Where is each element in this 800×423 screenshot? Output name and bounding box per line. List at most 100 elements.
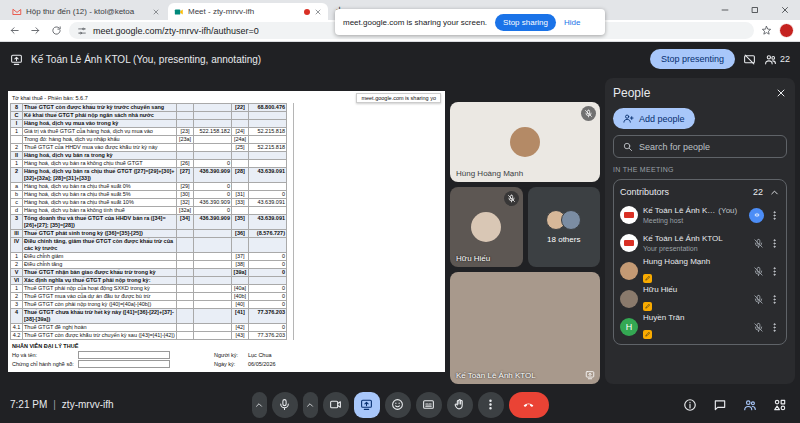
reload-button[interactable] [48,25,65,36]
people-button[interactable] [740,395,760,415]
maximize-button[interactable] [740,0,770,20]
participant-tile[interactable]: 18 others [528,187,601,267]
browser-tab[interactable]: Meet - zty-mrvv-ifh [168,3,328,20]
table-row: 1Giá trị và thuế GTGT của hàng hoá, dịch… [11,128,287,136]
table-row: IHàng hoá, dịch vụ mua vào trong kỳ [11,120,287,128]
table-cell: Kê khai thuế GTGT phải nộp ngân sách nhà… [23,112,177,119]
signature-field[interactable] [78,360,170,368]
member-row[interactable]: Hữu Hiếu [620,285,780,313]
hand-button[interactable] [447,392,473,418]
table-cell: 0 [194,207,232,214]
member-row[interactable]: Kế Toán Lê Ánh KTOL Your presentation [620,229,780,257]
table-cell [177,261,194,268]
participant-tile[interactable]: Hùng Hoàng Mạnh [450,102,600,182]
stop-sharing-button[interactable]: Stop sharing [495,14,556,31]
member-more-button[interactable] [769,322,780,333]
table-row: 1Điều chỉnh giảm[37]0 [11,253,287,261]
table-cell: 0 [249,285,287,292]
avatar-photo [620,262,638,280]
self-view-button[interactable] [743,53,756,66]
captions-button[interactable] [416,392,442,418]
profile-avatar[interactable] [779,23,794,38]
bookmark-button[interactable] [758,25,775,36]
people-search[interactable]: Search for people [613,135,787,158]
activities-button[interactable] [770,395,790,415]
member-role: Your presentation [643,244,748,253]
share-notice-text: meet.google.com is sharing your screen. [343,18,487,27]
table-cell: VI [11,277,23,284]
table-cell: [41] [232,309,249,323]
meet-icon [174,7,184,17]
member-more-button[interactable] [769,266,780,277]
signature-field[interactable] [78,351,170,359]
table-cell: 0 [194,191,232,198]
table-cell: C [11,112,23,119]
table-cell: [30] [177,191,194,198]
member-more-button[interactable] [769,210,780,221]
table-cell: Xác định nghĩa vụ thuế GTGT phải nộp tro… [23,277,177,284]
table-row: CKê khai thuế GTGT phải nộp ngân sách nh… [11,112,287,120]
present-button[interactable] [354,392,380,418]
people-count[interactable]: 22 [764,53,790,66]
more-icon [769,294,780,305]
member-more-button[interactable] [769,294,780,305]
camera-button[interactable] [323,392,349,418]
more-button[interactable] [478,392,504,418]
avatar-logo [620,234,638,252]
tab-title: Meet - zty-mrvv-ifh [188,7,300,16]
group-header[interactable]: Contributors 22 [620,183,780,201]
chat-button[interactable] [710,395,730,415]
table-cell: Thuế GTGT còn phải nộp trong kỳ ([40]=[4… [23,301,177,308]
window-close-button[interactable] [770,0,800,20]
people-icon [764,53,777,66]
table-cell: [33] [232,199,249,206]
participant-tiles: Hùng Hoàng Mạnh Hữu Hiếu 18 others Kế To… [450,78,600,384]
participant-tile[interactable]: Kế Toán Lê Ánh KTOL [450,272,600,384]
member-row[interactable]: Kế Toán Lê Ánh K…(You) Meeting host [620,201,780,229]
table-cell [194,277,232,284]
table-cell: [26] [177,160,194,167]
table-cell: 52.215.818 [249,144,287,151]
table-cell [249,207,287,214]
avatar-logo [620,206,638,224]
table-row: 3Tổng doanh thu và thuế GTGT của HHDV bá… [11,215,287,230]
info-button[interactable] [680,395,700,415]
table-cell [194,301,232,308]
close-panel-button[interactable] [775,87,787,99]
mic-button[interactable] [272,392,298,418]
table-cell [232,238,249,252]
table-cell [249,152,287,159]
table-cell [194,112,232,119]
table-cell: Trong đó: hàng hoá, dịch vụ nhập khẩu [23,136,177,143]
browser-tab[interactable]: Hộp thư đến (12) - ktol@ketoa [6,3,166,20]
table-cell [232,207,249,214]
end-call-button[interactable] [509,392,549,418]
table-cell: Thuế GTGT mua vào của dự án đầu tư được … [23,293,177,300]
table-row: 1Hàng hoá, dịch vụ bán ra không chịu thu… [11,160,287,168]
table-cell [177,324,194,331]
forward-button[interactable] [27,25,44,36]
table-cell: II [11,152,23,159]
member-row[interactable]: Hung Hoàng Mạnh [620,257,780,285]
table-cell: Thuế GTGT phải nộp của hoạt động SXKD tr… [23,285,177,292]
emoji-button[interactable] [385,392,411,418]
hide-button[interactable]: Hide [564,18,580,27]
back-button[interactable] [6,25,23,36]
presenting-title: Kế Toán Lê Ánh KTOL (You, presenting, an… [31,54,642,65]
chevron-up-button[interactable] [252,392,267,418]
table-cell: 0 [249,301,287,308]
member-row[interactable]: H Huyền Trân [620,313,780,341]
table-cell [249,277,287,284]
table-cell: [25] [232,144,249,151]
minimize-button[interactable] [710,0,740,20]
add-people-button[interactable]: Add people [613,108,695,129]
participant-tile[interactable]: Hữu Hiếu [450,187,523,267]
table-cell: b [11,191,23,198]
table-cell [232,160,249,167]
stop-presenting-button[interactable]: Stop presenting [650,49,735,69]
maximize-icon [750,5,760,15]
chevron-up-button[interactable] [303,392,318,418]
member-name: Kế Toán Lê Ánh KTOL [643,234,748,244]
table-cell: 4 [11,309,23,323]
member-more-button[interactable] [769,238,780,249]
